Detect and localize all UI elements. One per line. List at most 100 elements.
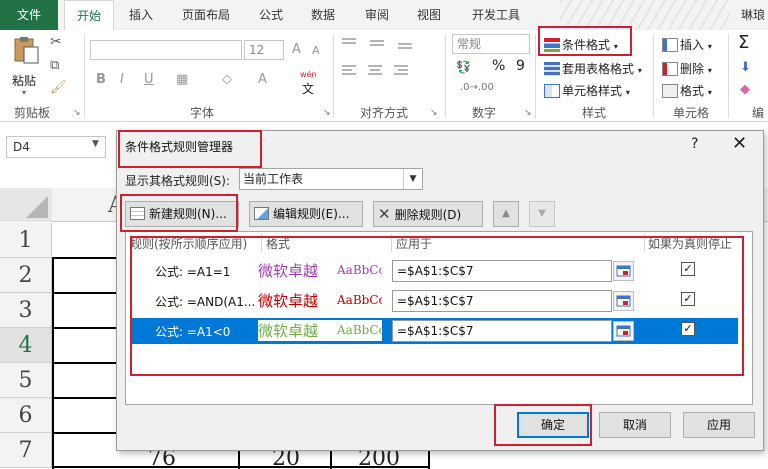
- delete-cells-button[interactable]: 删除 ▾: [662, 60, 712, 77]
- chevron-down-icon: ▾: [637, 66, 642, 75]
- tab-home[interactable]: 开始: [64, 0, 114, 31]
- paste-label: 粘贴: [12, 74, 37, 88]
- tab-formulas[interactable]: 公式: [250, 0, 292, 30]
- chevron-down-icon: ▾: [707, 66, 712, 75]
- cells-group-label: 单元格: [673, 106, 710, 120]
- chevron-down-icon: ▾: [625, 88, 630, 97]
- chevron-down-icon: ▾: [707, 88, 712, 97]
- tab-insert[interactable]: 插入: [118, 0, 164, 30]
- shrink-font-button[interactable]: A: [312, 44, 320, 57]
- tab-file[interactable]: 文件: [0, 0, 58, 30]
- row-header-7[interactable]: 7: [0, 433, 52, 468]
- font-name-input[interactable]: [90, 40, 242, 60]
- ribbon: 粘贴 ▾ ✂ ⧉ 🖌 剪贴板 ↘ 12 A A B I U ▦ ◇ A wén …: [0, 30, 768, 122]
- chevron-down-icon[interactable]: ▼: [403, 169, 422, 189]
- format-as-table-button[interactable]: 套用表格格式 ▾: [544, 60, 642, 77]
- move-up-button[interactable]: ▲: [493, 201, 519, 227]
- format-painter-icon[interactable]: 🖌: [50, 80, 67, 95]
- format-icon: [662, 84, 678, 98]
- alignment-group-label: 对齐方式: [360, 106, 409, 120]
- cancel-button[interactable]: 取消: [599, 412, 671, 438]
- dialog-launcher-icon[interactable]: ↘: [430, 108, 438, 118]
- tab-page-layout[interactable]: 页面布局: [172, 0, 240, 30]
- insert-label: 插入: [680, 38, 705, 52]
- dialog-launcher-icon[interactable]: ↘: [73, 108, 81, 118]
- border-icon[interactable]: ▦: [176, 72, 188, 87]
- alignment-icons[interactable]: [340, 36, 440, 96]
- currency-icon[interactable]: 💱: [456, 60, 471, 74]
- group-separator: [653, 34, 654, 118]
- move-down-button[interactable]: ▼: [529, 201, 555, 227]
- cell-border: [52, 257, 54, 469]
- number-group-label: 数字: [472, 106, 497, 120]
- close-button[interactable]: ✕: [732, 133, 747, 154]
- decrease-decimal-icon[interactable]: .0→.00: [460, 82, 494, 93]
- autosum-icon[interactable]: Σ: [738, 32, 749, 53]
- highlight-rules-list: [130, 236, 744, 376]
- fill-icon[interactable]: ⬇: [740, 60, 751, 75]
- format-label: 格式: [680, 84, 705, 98]
- number-format-select[interactable]: 常规: [452, 34, 530, 54]
- tab-developer[interactable]: 开发工具: [462, 0, 530, 30]
- edit-rule-label: 编辑规则(E)...: [273, 207, 350, 221]
- format-cells-button[interactable]: 格式 ▾: [662, 82, 712, 99]
- copy-icon[interactable]: ⧉: [50, 58, 59, 73]
- highlight-new-rule: [120, 194, 238, 232]
- help-button[interactable]: ?: [691, 136, 698, 152]
- editing-group-label: 编: [752, 106, 765, 120]
- delete-rule-button[interactable]: ✕ 删除规则(D): [373, 201, 483, 227]
- group-separator: [535, 34, 536, 118]
- paste-button[interactable]: 粘贴 ▾: [8, 36, 44, 97]
- highlight-dialog-title: [118, 130, 262, 168]
- group-separator: [333, 34, 334, 118]
- cell-styles-label: 单元格样式: [562, 84, 623, 98]
- row-header-3[interactable]: 3: [0, 293, 52, 328]
- name-box[interactable]: D4: [6, 136, 106, 158]
- row-header-1[interactable]: 1: [0, 223, 52, 258]
- delete-icon: [662, 62, 678, 76]
- row-header-5[interactable]: 5: [0, 363, 52, 398]
- row-header-4[interactable]: 4: [0, 328, 52, 363]
- tab-data[interactable]: 数据: [302, 0, 344, 30]
- tab-view[interactable]: 视图: [408, 0, 450, 30]
- chevron-down-icon[interactable]: ▼: [92, 139, 99, 149]
- italic-button[interactable]: I: [120, 72, 124, 87]
- edit-rule-button[interactable]: 编辑规则(E)...: [249, 201, 363, 227]
- comma-button[interactable]: 9: [516, 58, 525, 74]
- row-header-2[interactable]: 2: [0, 258, 52, 293]
- highlight-ok-button: [494, 404, 592, 446]
- select-all-triangle-icon: [26, 196, 48, 218]
- cell-styles-button[interactable]: 单元格样式 ▾: [544, 82, 630, 99]
- grow-font-button[interactable]: A: [292, 42, 301, 57]
- fill-color-icon[interactable]: ◇: [222, 72, 232, 87]
- show-rules-select[interactable]: 当前工作表: [239, 168, 423, 190]
- delete-label: 删除: [680, 62, 705, 76]
- edit-rule-icon: [254, 207, 269, 220]
- insert-cells-button[interactable]: 插入 ▾: [662, 36, 712, 53]
- delete-rule-label: 删除规则(D): [394, 208, 462, 222]
- apply-button[interactable]: 应用: [683, 412, 755, 438]
- dialog-launcher-icon[interactable]: ↘: [524, 108, 532, 118]
- row-header-6[interactable]: 6: [0, 398, 52, 433]
- font-color-button[interactable]: A: [258, 72, 267, 87]
- format-as-table-label: 套用表格格式: [562, 62, 635, 76]
- group-separator: [728, 34, 729, 118]
- underline-button[interactable]: U: [144, 72, 154, 87]
- phonetic-button[interactable]: 文: [302, 80, 314, 97]
- highlight-conditional-format: [538, 26, 632, 56]
- table-icon: [544, 62, 560, 76]
- percent-button[interactable]: %: [492, 58, 505, 74]
- insert-icon: [662, 38, 678, 52]
- paste-icon: [14, 37, 39, 64]
- show-rules-label: 显示其格式规则(S):: [125, 174, 231, 188]
- dialog-launcher-icon[interactable]: ↘: [323, 108, 331, 118]
- group-separator: [84, 34, 85, 118]
- font-group-label: 字体: [190, 106, 215, 120]
- bold-button[interactable]: B: [96, 72, 106, 87]
- font-size-input[interactable]: 12: [244, 40, 284, 60]
- tab-review[interactable]: 审阅: [356, 0, 398, 30]
- clear-icon[interactable]: ◆: [740, 82, 750, 97]
- delete-x-icon: ✕: [378, 205, 391, 223]
- user-name[interactable]: 琳琅: [738, 0, 768, 30]
- cut-icon[interactable]: ✂: [50, 34, 62, 50]
